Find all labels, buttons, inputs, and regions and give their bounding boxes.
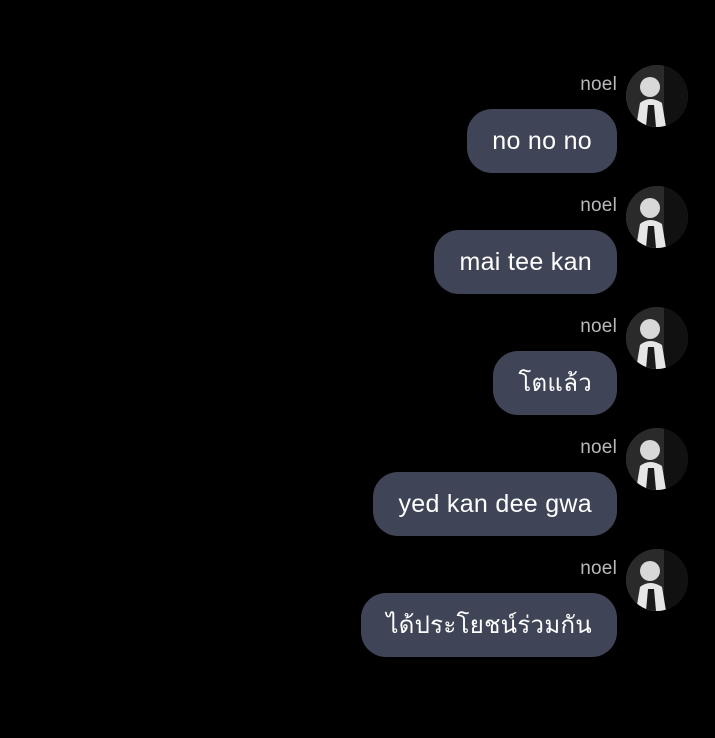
sender-name: noel [580, 558, 617, 579]
message-bubble[interactable]: no no no [467, 109, 617, 173]
message-row: noel yed kan dee gwa [0, 428, 715, 554]
profile-photo-icon [626, 428, 688, 490]
message-row: noel no no no [0, 65, 715, 191]
sender-name: noel [580, 316, 617, 337]
message-row: noel ได้ประโยชน์ร่วมกัน [0, 549, 715, 675]
chat-thread: noel no no no noel mai tee kan noel โตแล… [0, 0, 715, 738]
profile-photo-icon [626, 549, 688, 611]
message-bubble[interactable]: yed kan dee gwa [373, 472, 617, 536]
sender-name: noel [580, 195, 617, 216]
message-bubble[interactable]: mai tee kan [434, 230, 617, 294]
sender-name: noel [580, 437, 617, 458]
profile-photo-icon [626, 65, 688, 127]
profile-photo-icon [626, 307, 688, 369]
message-bubble[interactable]: โตแล้ว [493, 351, 617, 415]
message-row: noel mai tee kan [0, 186, 715, 312]
avatar[interactable] [626, 428, 688, 490]
avatar[interactable] [626, 549, 688, 611]
avatar[interactable] [626, 186, 688, 248]
avatar[interactable] [626, 307, 688, 369]
message-bubble[interactable]: ได้ประโยชน์ร่วมกัน [361, 593, 617, 657]
sender-name: noel [580, 74, 617, 95]
profile-photo-icon [626, 186, 688, 248]
message-row: noel โตแล้ว [0, 307, 715, 433]
avatar[interactable] [626, 65, 688, 127]
